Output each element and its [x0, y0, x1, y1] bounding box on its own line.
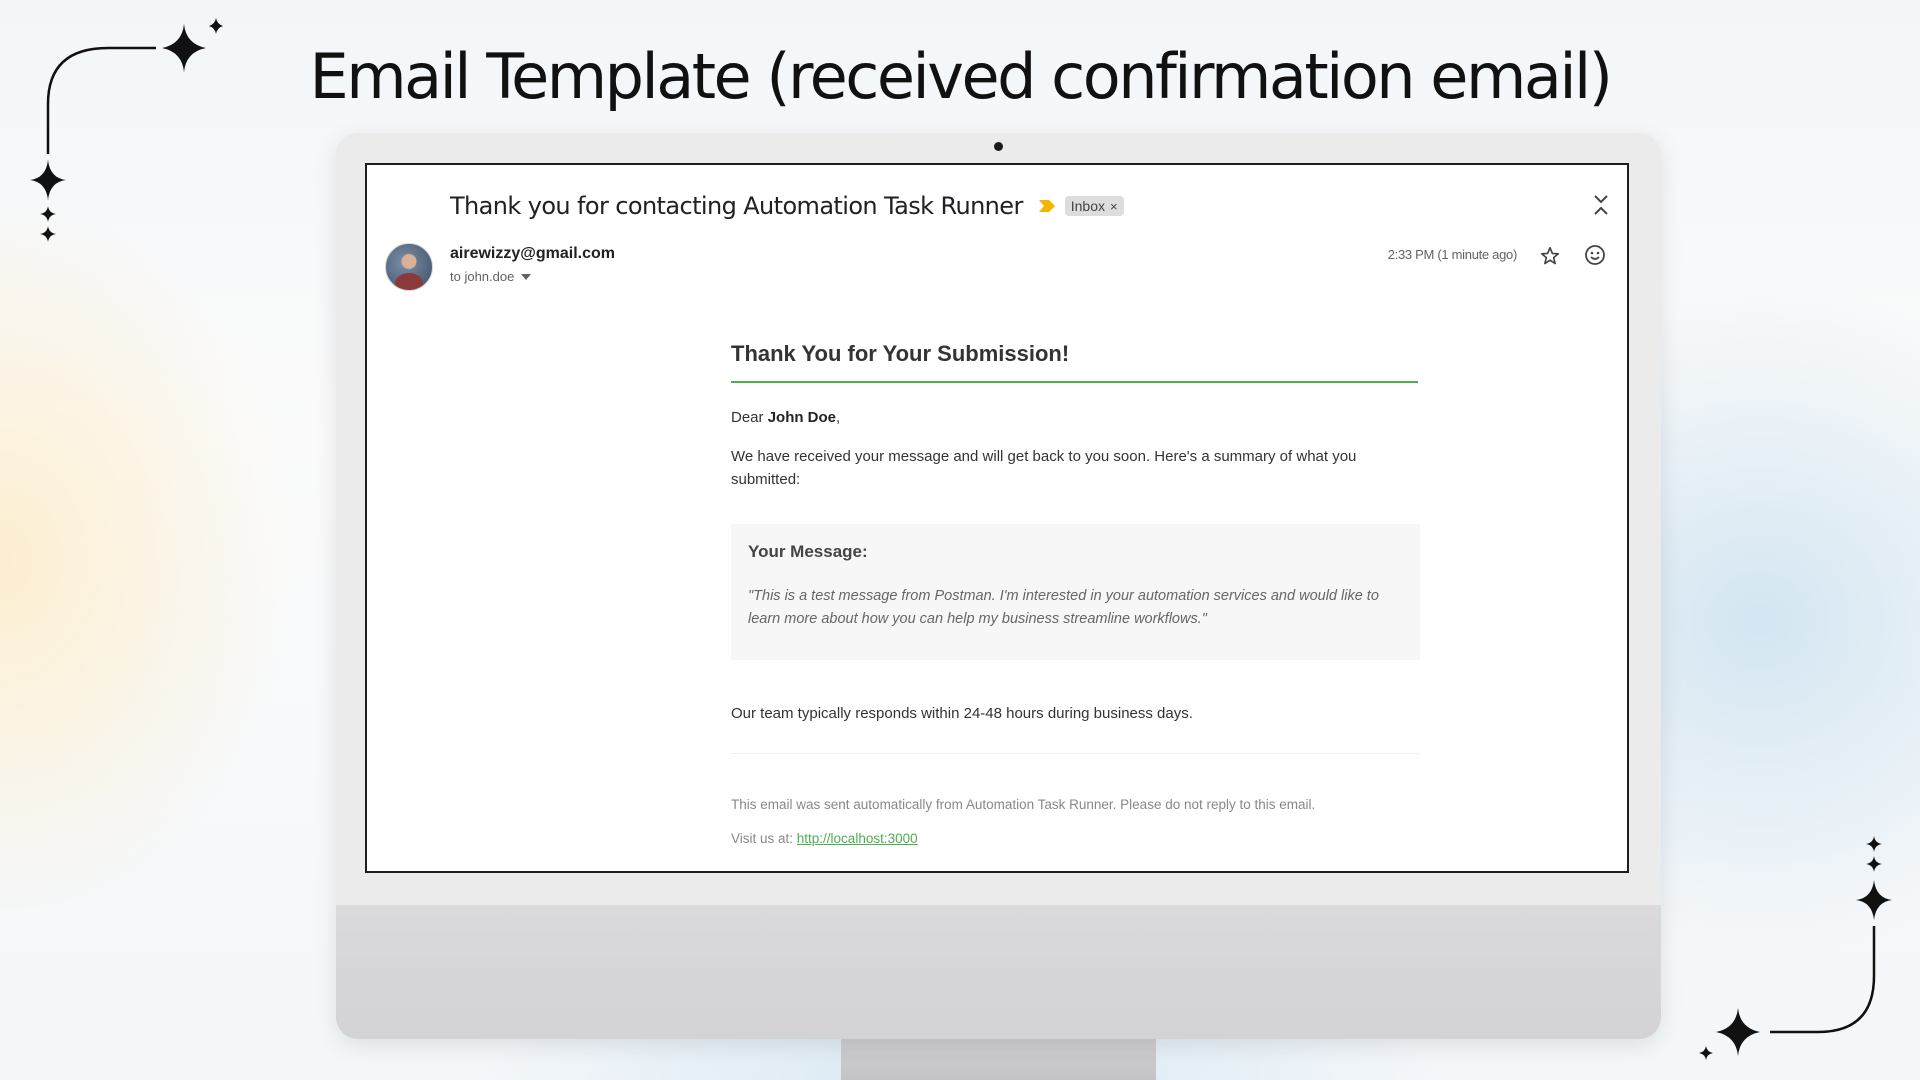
message-summary-box: Your Message: "This is a test message fr… — [731, 524, 1420, 660]
monitor-stand — [841, 1039, 1156, 1080]
email-window: Thank you for contacting Automation Task… — [365, 163, 1629, 873]
body-heading: Thank You for Your Submission! — [731, 341, 1418, 383]
visit-prefix: Visit us at: — [731, 831, 797, 846]
sparkle-icon — [1716, 1008, 1760, 1056]
dropdown-arrow-icon — [521, 273, 532, 280]
important-marker-icon[interactable] — [1038, 200, 1055, 212]
email-timestamp: 2:33 PM (1 minute ago) — [1387, 247, 1518, 262]
remove-label-button[interactable]: × — [1110, 199, 1118, 214]
monitor-frame: Thank you for contacting Automation Task… — [336, 133, 1661, 1039]
inbox-label-text: Inbox — [1070, 198, 1105, 214]
visit-line: Visit us at: http://localhost:3000 — [731, 831, 918, 846]
subject-row: Thank you for contacting Automation Task… — [450, 189, 1124, 223]
intro-text: We have received your message and will g… — [731, 448, 1357, 488]
sparkle-icon — [162, 24, 206, 72]
greeting: Dear John Doe, — [731, 409, 840, 426]
footer-divider — [731, 753, 1420, 754]
website-link[interactable]: http://localhost:3000 — [797, 831, 918, 846]
sparkle-icon — [1866, 856, 1882, 872]
recipient-text: to john.doe — [450, 269, 515, 284]
star-icon[interactable] — [1539, 245, 1561, 267]
sparkle-icon — [30, 160, 66, 200]
footer-note: This email was sent automatically from A… — [731, 797, 1316, 812]
response-note: Our team typically responds within 24-48… — [731, 705, 1193, 722]
sparkle-decoration-bottom-right — [1699, 836, 1892, 1060]
collapse-icon[interactable] — [1593, 193, 1609, 217]
greeting-suffix: , — [836, 409, 841, 426]
sparkle-icon — [40, 226, 56, 242]
email-subject: Thank you for contacting Automation Task… — [450, 192, 1023, 220]
email-body: Thank You for Your Submission! Dear John… — [731, 341, 1420, 846]
recipient-name: John Doe — [767, 409, 837, 426]
camera-dot — [994, 142, 1003, 151]
page-title: Email Template (received confirmation em… — [309, 40, 1613, 113]
sender-avatar[interactable] — [385, 243, 433, 291]
recipient-details-toggle[interactable]: to john.doe — [450, 269, 532, 284]
sparkle-icon — [209, 18, 223, 34]
sender-email[interactable]: airewizzy@gmail.com — [450, 245, 615, 263]
sparkle-decoration-top-left — [30, 18, 223, 242]
message-text: "This is a test message from Postman. I'… — [748, 588, 1379, 627]
sparkle-icon — [1866, 836, 1882, 852]
emoji-icon[interactable] — [1583, 243, 1607, 267]
monitor-chin — [336, 905, 1661, 1039]
sparkle-icon — [1699, 1046, 1713, 1060]
sparkle-icon — [1856, 880, 1892, 920]
message-heading: Your Message: — [748, 542, 868, 561]
sparkle-icon — [40, 206, 56, 222]
inbox-label[interactable]: Inbox × — [1064, 196, 1124, 216]
greeting-prefix: Dear — [731, 409, 768, 426]
